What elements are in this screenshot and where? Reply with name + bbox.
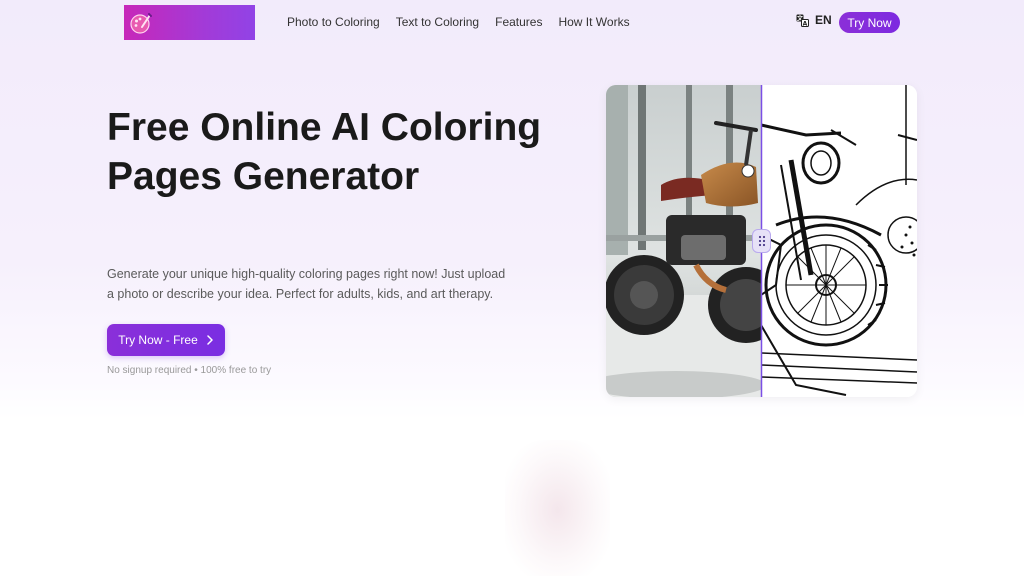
compare-slider-handle[interactable] bbox=[752, 229, 771, 253]
translate-icon: 文 A bbox=[796, 14, 809, 27]
palette-icon bbox=[130, 13, 152, 34]
nav-how-it-works[interactable]: How It Works bbox=[558, 14, 629, 30]
cta-label: Try Now - Free bbox=[118, 333, 198, 347]
nav-features[interactable]: Features bbox=[495, 14, 542, 30]
hero-subtitle: Generate your unique high-quality colori… bbox=[107, 267, 506, 301]
language-label: EN bbox=[815, 13, 832, 27]
decorative-blur bbox=[505, 440, 610, 576]
nav-text-to-coloring[interactable]: Text to Coloring bbox=[396, 14, 479, 30]
chevron-right-icon bbox=[207, 335, 213, 345]
nav-photo-to-coloring[interactable]: Photo to Coloring bbox=[287, 14, 380, 30]
logo[interactable] bbox=[124, 5, 255, 40]
motorcycle-line-art bbox=[761, 85, 917, 397]
drag-dots-icon bbox=[758, 235, 765, 247]
try-now-free-button[interactable]: Try Now - Free bbox=[107, 324, 225, 356]
svg-text:A: A bbox=[803, 20, 808, 27]
main-nav: Photo to Coloring Text to Coloring Featu… bbox=[287, 14, 630, 30]
hero-title: Free Online AI Coloring Pages Generator bbox=[107, 106, 542, 198]
language-switcher[interactable]: 文 A EN bbox=[796, 13, 832, 27]
cta-note: No signup required • 100% free to try bbox=[107, 365, 272, 376]
try-now-button[interactable]: Try Now bbox=[839, 12, 900, 33]
